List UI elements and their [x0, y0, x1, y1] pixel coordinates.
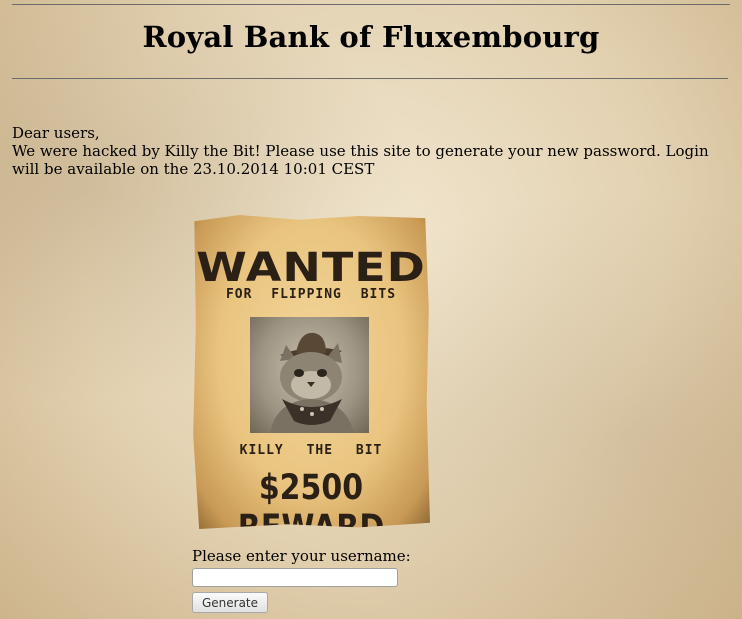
username-label: Please enter your username: — [192, 547, 411, 565]
page-title: Royal Bank of Fluxembourg — [142, 20, 600, 54]
cat-cowboy-icon — [270, 332, 354, 433]
poster-reward: $2500 REWARD — [237, 467, 385, 549]
announcement: Dear users, We were hacked by Killy the … — [12, 124, 724, 178]
wanted-poster-image: WANTED FOR FLIPPING BITS KILLY THE BIT $… — [193, 215, 430, 529]
announcement-text: We were hacked by Killy the Bit! Please … — [12, 142, 709, 178]
poster-name: KILLY THE BIT — [239, 443, 383, 458]
username-input[interactable] — [192, 568, 398, 587]
password-form: Please enter your username: Generate — [192, 547, 452, 613]
top-divider — [12, 4, 730, 5]
generate-button[interactable]: Generate — [192, 592, 268, 613]
title-divider — [12, 78, 728, 79]
cat-portrait-image — [250, 317, 369, 433]
poster-heading: WANTED — [196, 243, 426, 291]
greeting-text: Dear users, — [12, 124, 100, 142]
poster-subheading: FOR FLIPPING BITS — [225, 287, 397, 302]
